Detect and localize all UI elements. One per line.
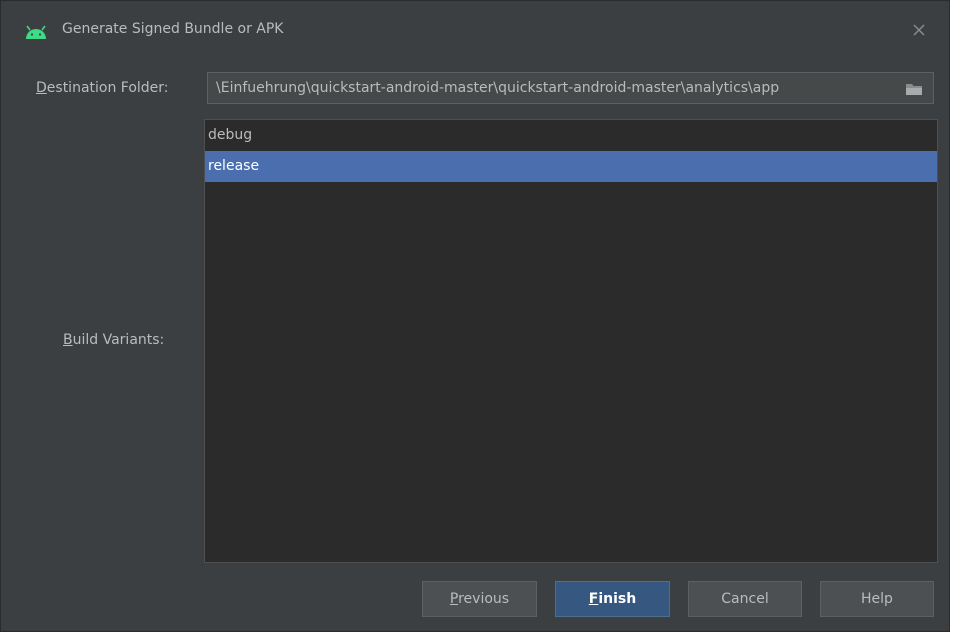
finish-mnemonic: F (588, 591, 599, 607)
destination-folder-label: Destination Folder: (36, 80, 169, 96)
help-button[interactable]: Help (820, 581, 934, 617)
cancel-button[interactable]: Cancel (688, 581, 802, 617)
previous-mnemonic: P (449, 591, 459, 607)
android-icon (26, 25, 46, 39)
destination-label-mnemonic: D (36, 80, 47, 96)
list-item-debug[interactable]: debug (205, 120, 937, 151)
build-variants-label: Build Variants: (63, 332, 164, 348)
list-item-release[interactable]: release (205, 151, 937, 182)
finish-label: inish (598, 591, 637, 607)
dialog-title: Generate Signed Bundle or APK (62, 21, 284, 37)
title-bar: Generate Signed Bundle or APK (1, 1, 949, 59)
previous-button[interactable]: Previous (422, 581, 537, 617)
close-icon[interactable] (906, 17, 932, 43)
build-variants-label-mnemonic: B (63, 332, 73, 348)
destination-label-text: estination Folder: (46, 80, 169, 96)
build-variants-list[interactable]: debug release (204, 119, 938, 563)
destination-folder-value[interactable]: \Einfuehrung\quickstart-android-master\q… (216, 80, 896, 96)
generate-signed-apk-dialog: Generate Signed Bundle or APK Destinatio… (0, 0, 950, 632)
folder-icon[interactable] (905, 82, 923, 96)
build-variants-label-text: uild Variants: (72, 332, 165, 348)
destination-folder-field[interactable]: \Einfuehrung\quickstart-android-master\q… (207, 72, 934, 104)
previous-label: revious (458, 591, 510, 607)
finish-button[interactable]: Finish (555, 581, 670, 617)
